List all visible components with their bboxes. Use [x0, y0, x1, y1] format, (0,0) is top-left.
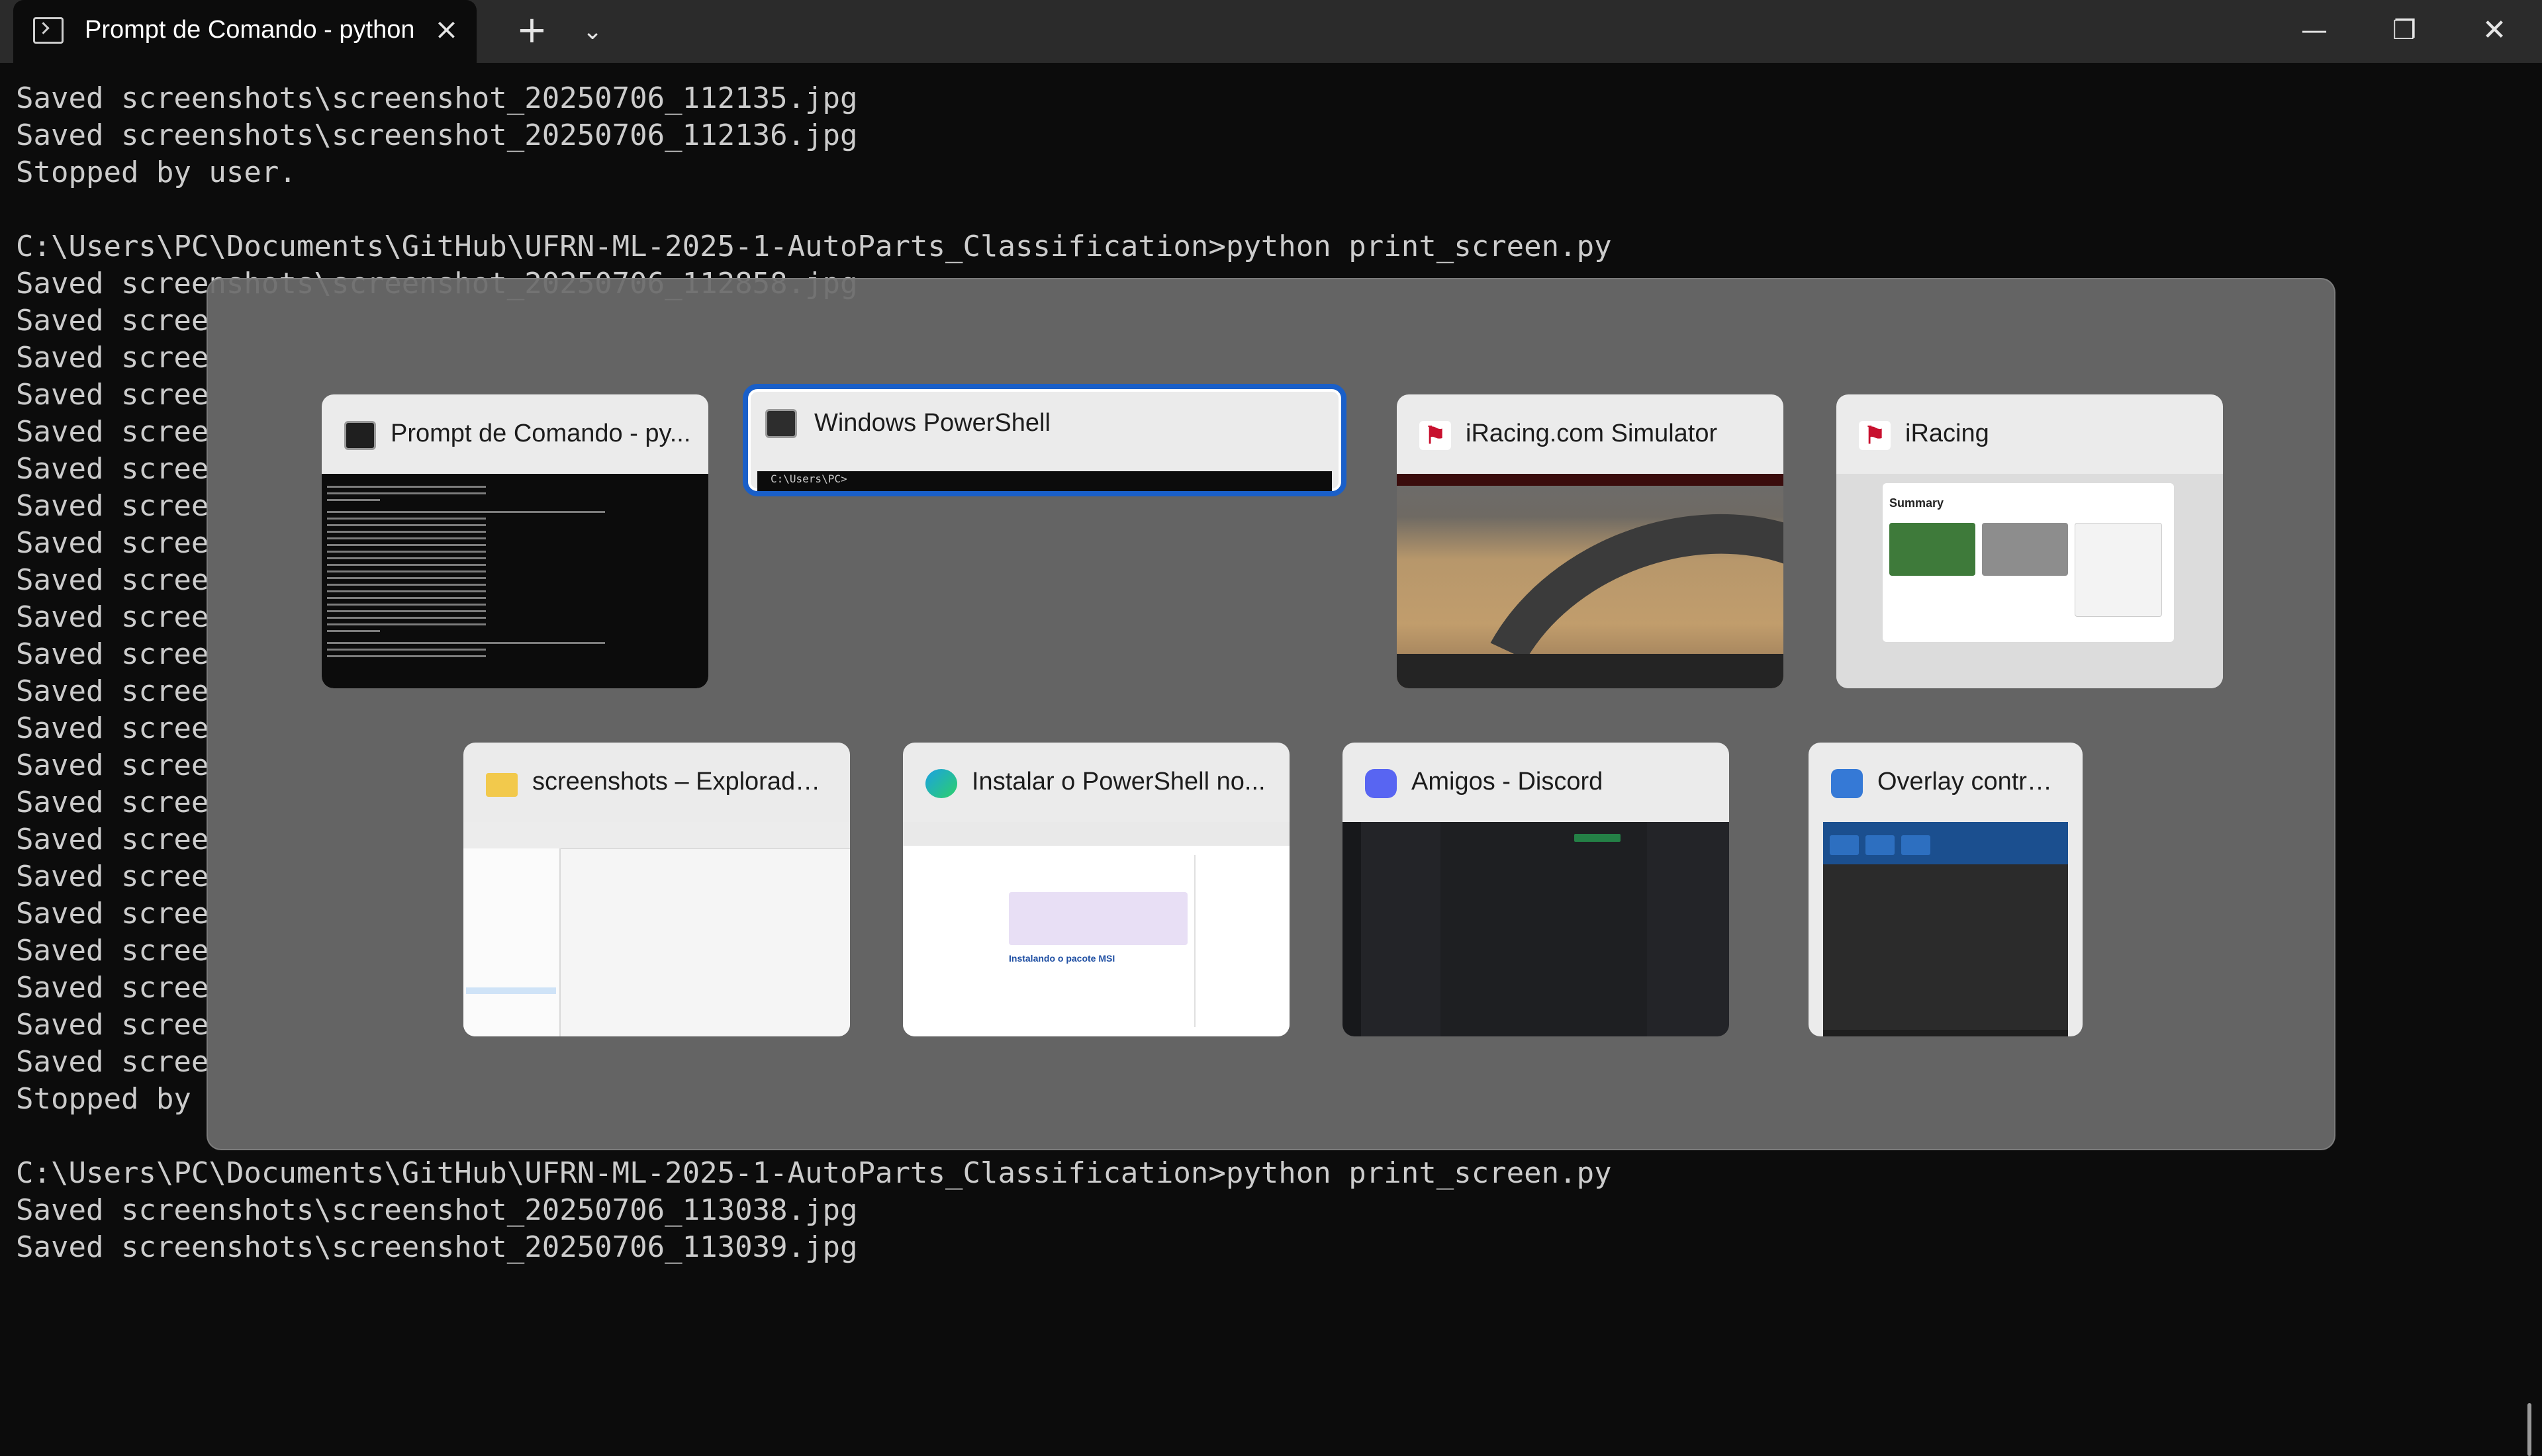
- window-card-title: Instalar o PowerShell no...: [972, 768, 1266, 796]
- scrollbar[interactable]: [2527, 1403, 2531, 1456]
- maximize-button[interactable]: ❐: [2359, 0, 2449, 63]
- window-thumbnail: [322, 474, 708, 688]
- title-bar: Prompt de Comando - python × + ⌄ — ❐ ✕: [0, 0, 2542, 63]
- overlay-icon: [1831, 769, 1863, 798]
- window-card-iracing[interactable]: iRacing Summary: [1836, 394, 2223, 688]
- window-card-edge[interactable]: Instalar o PowerShell no... Instalando o…: [903, 743, 1290, 1036]
- window-thumbnail: [1823, 822, 2068, 1036]
- folder-icon: [486, 773, 518, 797]
- new-tab-button[interactable]: +: [516, 11, 547, 50]
- window-card-file-explorer[interactable]: screenshots – Explorador...: [463, 743, 850, 1036]
- window-card-title: Overlay control...: [1877, 768, 2065, 796]
- window-card-command-prompt[interactable]: Prompt de Comando - py...: [322, 394, 708, 688]
- iracing-icon: [1419, 421, 1451, 450]
- window-card-title: iRacing: [1905, 420, 1989, 447]
- terminal-icon: [33, 17, 64, 44]
- minimize-button[interactable]: —: [2269, 0, 2359, 63]
- window-thumbnail: [463, 822, 850, 1036]
- window-card-title: iRacing.com Simulator: [1466, 420, 1718, 447]
- discord-icon: [1365, 769, 1397, 798]
- close-button[interactable]: ✕: [2449, 0, 2539, 63]
- cmd-icon: [344, 421, 376, 450]
- window-card-title: Prompt de Comando - py...: [391, 420, 691, 447]
- terminal-line: C:\Users\PC\Documents\GitHub\UFRN-ML-202…: [16, 230, 1612, 263]
- terminal-line: Saved screenshots\screenshot_20250706_11…: [16, 118, 858, 152]
- window-thumbnail: C:\Users\PC>: [757, 471, 1332, 491]
- window-card-overlay-control[interactable]: Overlay control...: [1809, 743, 2083, 1036]
- window-thumbnail: [1397, 474, 1783, 688]
- window-card-iracing-simulator[interactable]: iRacing.com Simulator: [1397, 394, 1783, 688]
- thumbnail-text: C:\Users\PC>: [771, 473, 847, 485]
- tab-command-prompt[interactable]: Prompt de Comando - python ×: [13, 0, 477, 63]
- terminal-line: Saved screenshots\screenshot_20250706_11…: [16, 81, 858, 115]
- window-thumbnail: Instalando o pacote MSI: [903, 822, 1290, 1036]
- edge-icon: [925, 769, 957, 798]
- iracing-icon: [1859, 421, 1891, 450]
- terminal-line: C:\Users\PC\Documents\GitHub\UFRN-ML-202…: [16, 1156, 1612, 1190]
- terminal-line: Saved screenshots\screenshot_20250706_11…: [16, 1230, 858, 1264]
- thumbnail-heading: Instalando o pacote MSI: [1009, 953, 1115, 964]
- terminal-line: Stopped by user.: [16, 156, 297, 189]
- tab-title: Prompt de Comando - python: [85, 16, 415, 44]
- window-card-title: Windows PowerShell: [814, 409, 1051, 437]
- terminal-line: Saved screenshots\screenshot_20250706_11…: [16, 1193, 858, 1227]
- window-thumbnail: [1342, 822, 1729, 1036]
- task-switcher: Prompt de Comando - py... Windows PowerS…: [207, 278, 2335, 1150]
- thumbnail-heading: Summary: [1889, 496, 1944, 510]
- window-card-discord[interactable]: Amigos - Discord: [1342, 743, 1729, 1036]
- window-card-powershell[interactable]: Windows PowerShell C:\Users\PC>: [743, 384, 1346, 496]
- close-icon[interactable]: ×: [434, 13, 459, 46]
- powershell-icon: [765, 409, 797, 438]
- window-card-title: screenshots – Explorador...: [532, 768, 833, 796]
- chevron-down-icon[interactable]: ⌄: [583, 12, 602, 52]
- window-thumbnail: Summary: [1836, 474, 2223, 688]
- window-card-title: Amigos - Discord: [1411, 768, 1603, 796]
